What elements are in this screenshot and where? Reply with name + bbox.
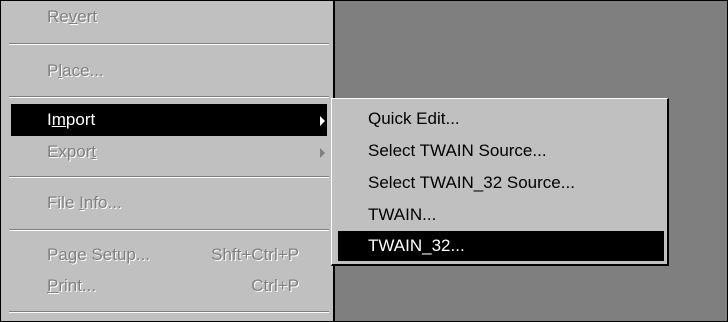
menu-item-file-info[interactable]: File Info... (1, 187, 333, 219)
menu-separator (9, 96, 329, 98)
submenu-item-select-twain32-source-label: Select TWAIN_32 Source... (368, 173, 575, 192)
menu-item-export[interactable]: Export (1, 136, 333, 168)
submenu-item-twain-label: TWAIN... (368, 205, 437, 224)
menu-item-place[interactable]: Place... (1, 55, 333, 87)
submenu-item-twain[interactable]: TWAIN... (338, 200, 664, 230)
submenu-arrow-icon (320, 116, 325, 126)
submenu-item-select-twain32-source[interactable]: Select TWAIN_32 Source... (338, 168, 664, 198)
menu-item-print-shortcut: Ctrl+P (251, 276, 299, 295)
menu-item-export-label: Export (47, 142, 97, 161)
submenu-item-twain32-label: TWAIN_32... (368, 236, 465, 255)
menu-separator (9, 43, 329, 45)
submenu-item-twain32[interactable]: TWAIN_32... (338, 231, 664, 261)
screenshot-frame: Revert Place... Import Export File Info.… (0, 0, 728, 322)
submenu-item-quick-edit[interactable]: Quick Edit... (338, 104, 664, 134)
menu-separator (9, 311, 329, 313)
submenu-arrow-icon (320, 148, 325, 158)
menu-item-place-label: Place... (47, 61, 104, 80)
menu-item-revert-label: Revert (47, 7, 98, 26)
menu-item-file-info-label: File Info... (47, 193, 122, 212)
submenu-item-select-twain-source[interactable]: Select TWAIN Source... (338, 136, 664, 166)
menu-item-page-setup-label: Page Setup... (47, 245, 151, 264)
menu-item-print[interactable]: Print... Ctrl+P (1, 270, 333, 302)
submenu-item-select-twain-source-label: Select TWAIN Source... (368, 141, 547, 160)
menu-item-revert[interactable]: Revert (1, 1, 333, 33)
import-submenu: Quick Edit... Select TWAIN Source... Sel… (331, 98, 669, 266)
menu-item-print-label: Print... (47, 276, 97, 295)
menu-item-page-setup[interactable]: Page Setup... Shft+Ctrl+P (1, 239, 333, 271)
menu-separator (9, 176, 329, 178)
menu-item-page-setup-shortcut: Shft+Ctrl+P (211, 245, 299, 264)
menu-separator (9, 229, 329, 231)
menu-item-import[interactable]: Import (11, 104, 327, 136)
submenu-item-quick-edit-label: Quick Edit... (368, 109, 460, 128)
menu-item-import-label: Import (47, 110, 96, 129)
file-menu: Revert Place... Import Export File Info.… (1, 1, 335, 321)
